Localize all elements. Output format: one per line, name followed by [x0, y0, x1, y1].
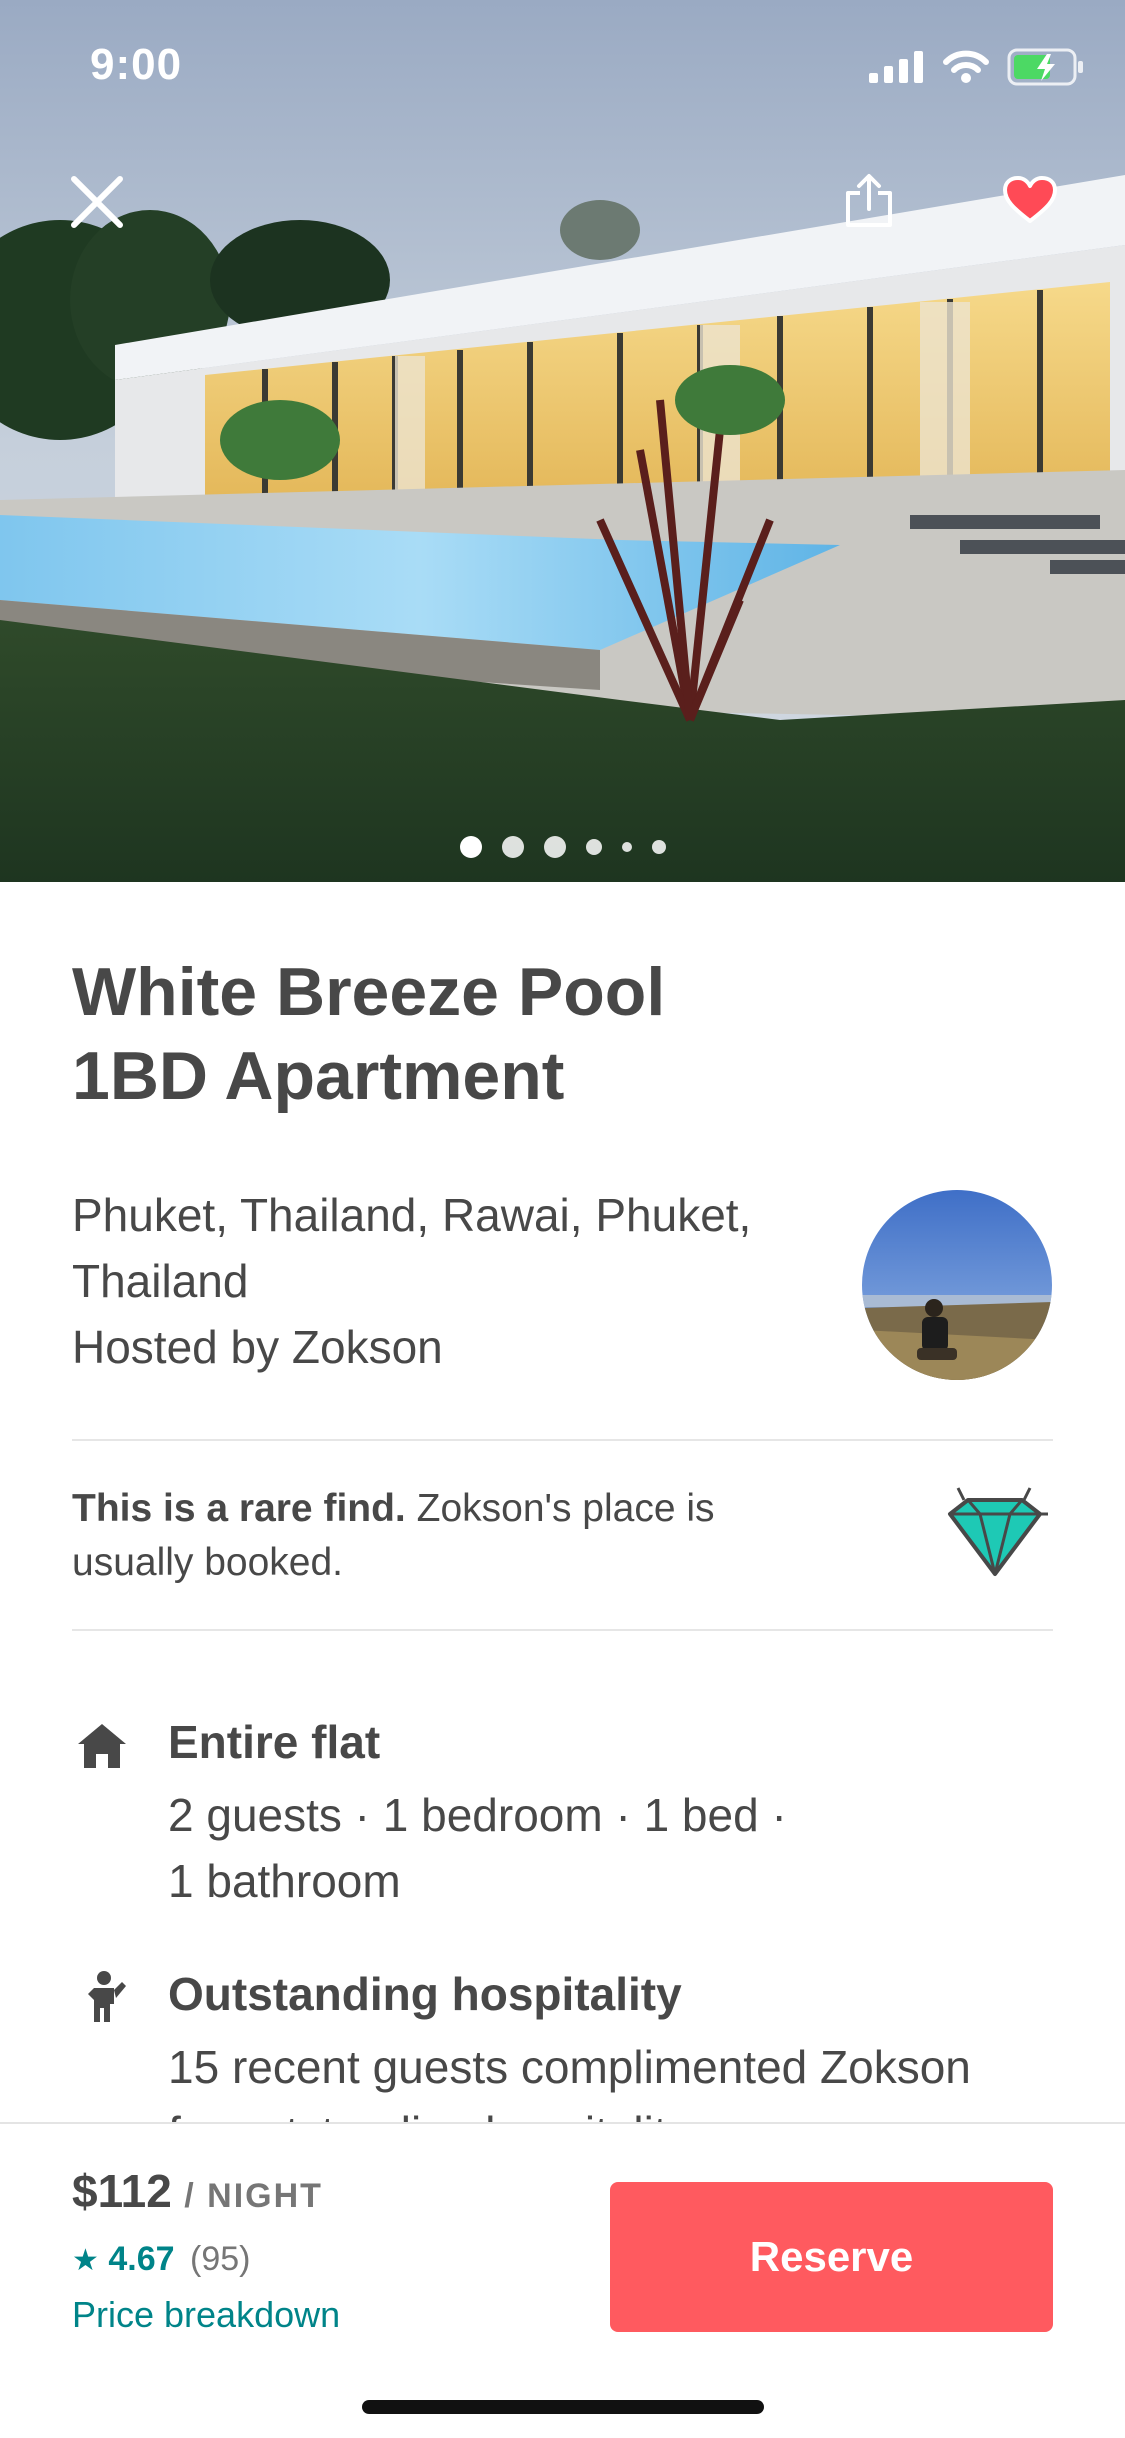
price-line: $112 / NIGHT — [72, 2164, 323, 2218]
divider — [72, 1439, 1053, 1441]
rating-value: 4.67 — [108, 2240, 175, 2278]
battery-charging-icon — [1007, 48, 1083, 86]
carousel-dot — [621, 842, 632, 852]
price-breakdown-link[interactable]: Price breakdown — [72, 2294, 340, 2336]
listing-title-line1: White Breeze Pool — [72, 954, 666, 1030]
carousel-dot — [585, 839, 602, 855]
listing-title-line2: 1BD Apartment — [72, 1038, 565, 1114]
star-icon: ★ — [72, 2244, 99, 2277]
status-bar: 9:00 — [0, 0, 1125, 132]
carousel-dot-active — [459, 836, 482, 858]
house-icon — [78, 1724, 126, 1768]
feature-title: Entire flat — [168, 1716, 381, 1768]
nightly-price: $112 — [72, 2165, 172, 2217]
cellular-signal-icon — [869, 51, 923, 83]
divider — [72, 1629, 1053, 1631]
listing-photo-carousel[interactable]: 9:00 — [0, 0, 1125, 882]
share-icon — [846, 174, 892, 227]
listing-title: White Breeze Pool 1BD Apartment — [72, 950, 872, 1118]
feature-description-line1: 15 recent guests complimented Zokson — [168, 2041, 971, 2093]
listing-photo — [0, 0, 1125, 882]
close-icon — [71, 176, 123, 228]
feature-description: 15 recent guests complimented Zokson for… — [168, 2034, 1108, 2122]
close-button[interactable] — [60, 165, 134, 239]
listing-location: Phuket, Thailand, Rawai, Phuket, Thailan… — [72, 1182, 832, 1380]
diamond-icon — [948, 1487, 1048, 1576]
home-indicator[interactable] — [362, 2400, 764, 2414]
carousel-dot — [543, 836, 566, 858]
feature-description: 2 guests · 1 bedroom · 1 bed · 1 bathroo… — [168, 1782, 1108, 1914]
wifi-icon — [943, 50, 989, 83]
carousel-dot — [501, 836, 524, 858]
location-line2: Thailand — [72, 1255, 249, 1307]
rare-find-bold: This is a rare find. — [72, 1487, 406, 1530]
host-avatar[interactable] — [862, 1190, 1052, 1380]
per-night-label: / NIGHT — [184, 2177, 323, 2215]
hosted-by: Hosted by Zokson — [72, 1321, 443, 1373]
hospitality-icon — [88, 1971, 126, 2022]
rating-line[interactable]: ★ 4.67 (95) — [72, 2240, 250, 2279]
feature-description-line1: 2 guests · 1 bedroom · 1 bed · — [168, 1789, 787, 1841]
rare-find-message: This is a rare find. Zokson's place is u… — [72, 1482, 832, 1590]
feature-description-line2: 1 bathroom — [168, 1855, 401, 1907]
location-line1: Phuket, Thailand, Rawai, Phuket, — [72, 1189, 752, 1241]
feature-title: Outstanding hospitality — [168, 1968, 682, 2020]
feature-description-line2: for outstanding hospitality — [168, 2100, 1108, 2122]
carousel-dot — [651, 840, 666, 854]
listing-details[interactable]: White Breeze Pool 1BD Apartment Phuket, … — [0, 882, 1125, 2122]
heart-icon — [1003, 176, 1057, 223]
booking-bar: $112 / NIGHT ★ 4.67 (95) Price breakdown… — [0, 2122, 1125, 2438]
status-icons — [869, 48, 1085, 86]
status-time: 9:00 — [90, 40, 183, 89]
share-button[interactable] — [838, 164, 900, 238]
review-count: (95) — [190, 2240, 251, 2278]
host-photo — [862, 1295, 1052, 1380]
favorite-button[interactable] — [998, 168, 1062, 232]
carousel-indicator[interactable] — [0, 836, 1125, 858]
reserve-button[interactable]: Reserve — [610, 2182, 1053, 2332]
